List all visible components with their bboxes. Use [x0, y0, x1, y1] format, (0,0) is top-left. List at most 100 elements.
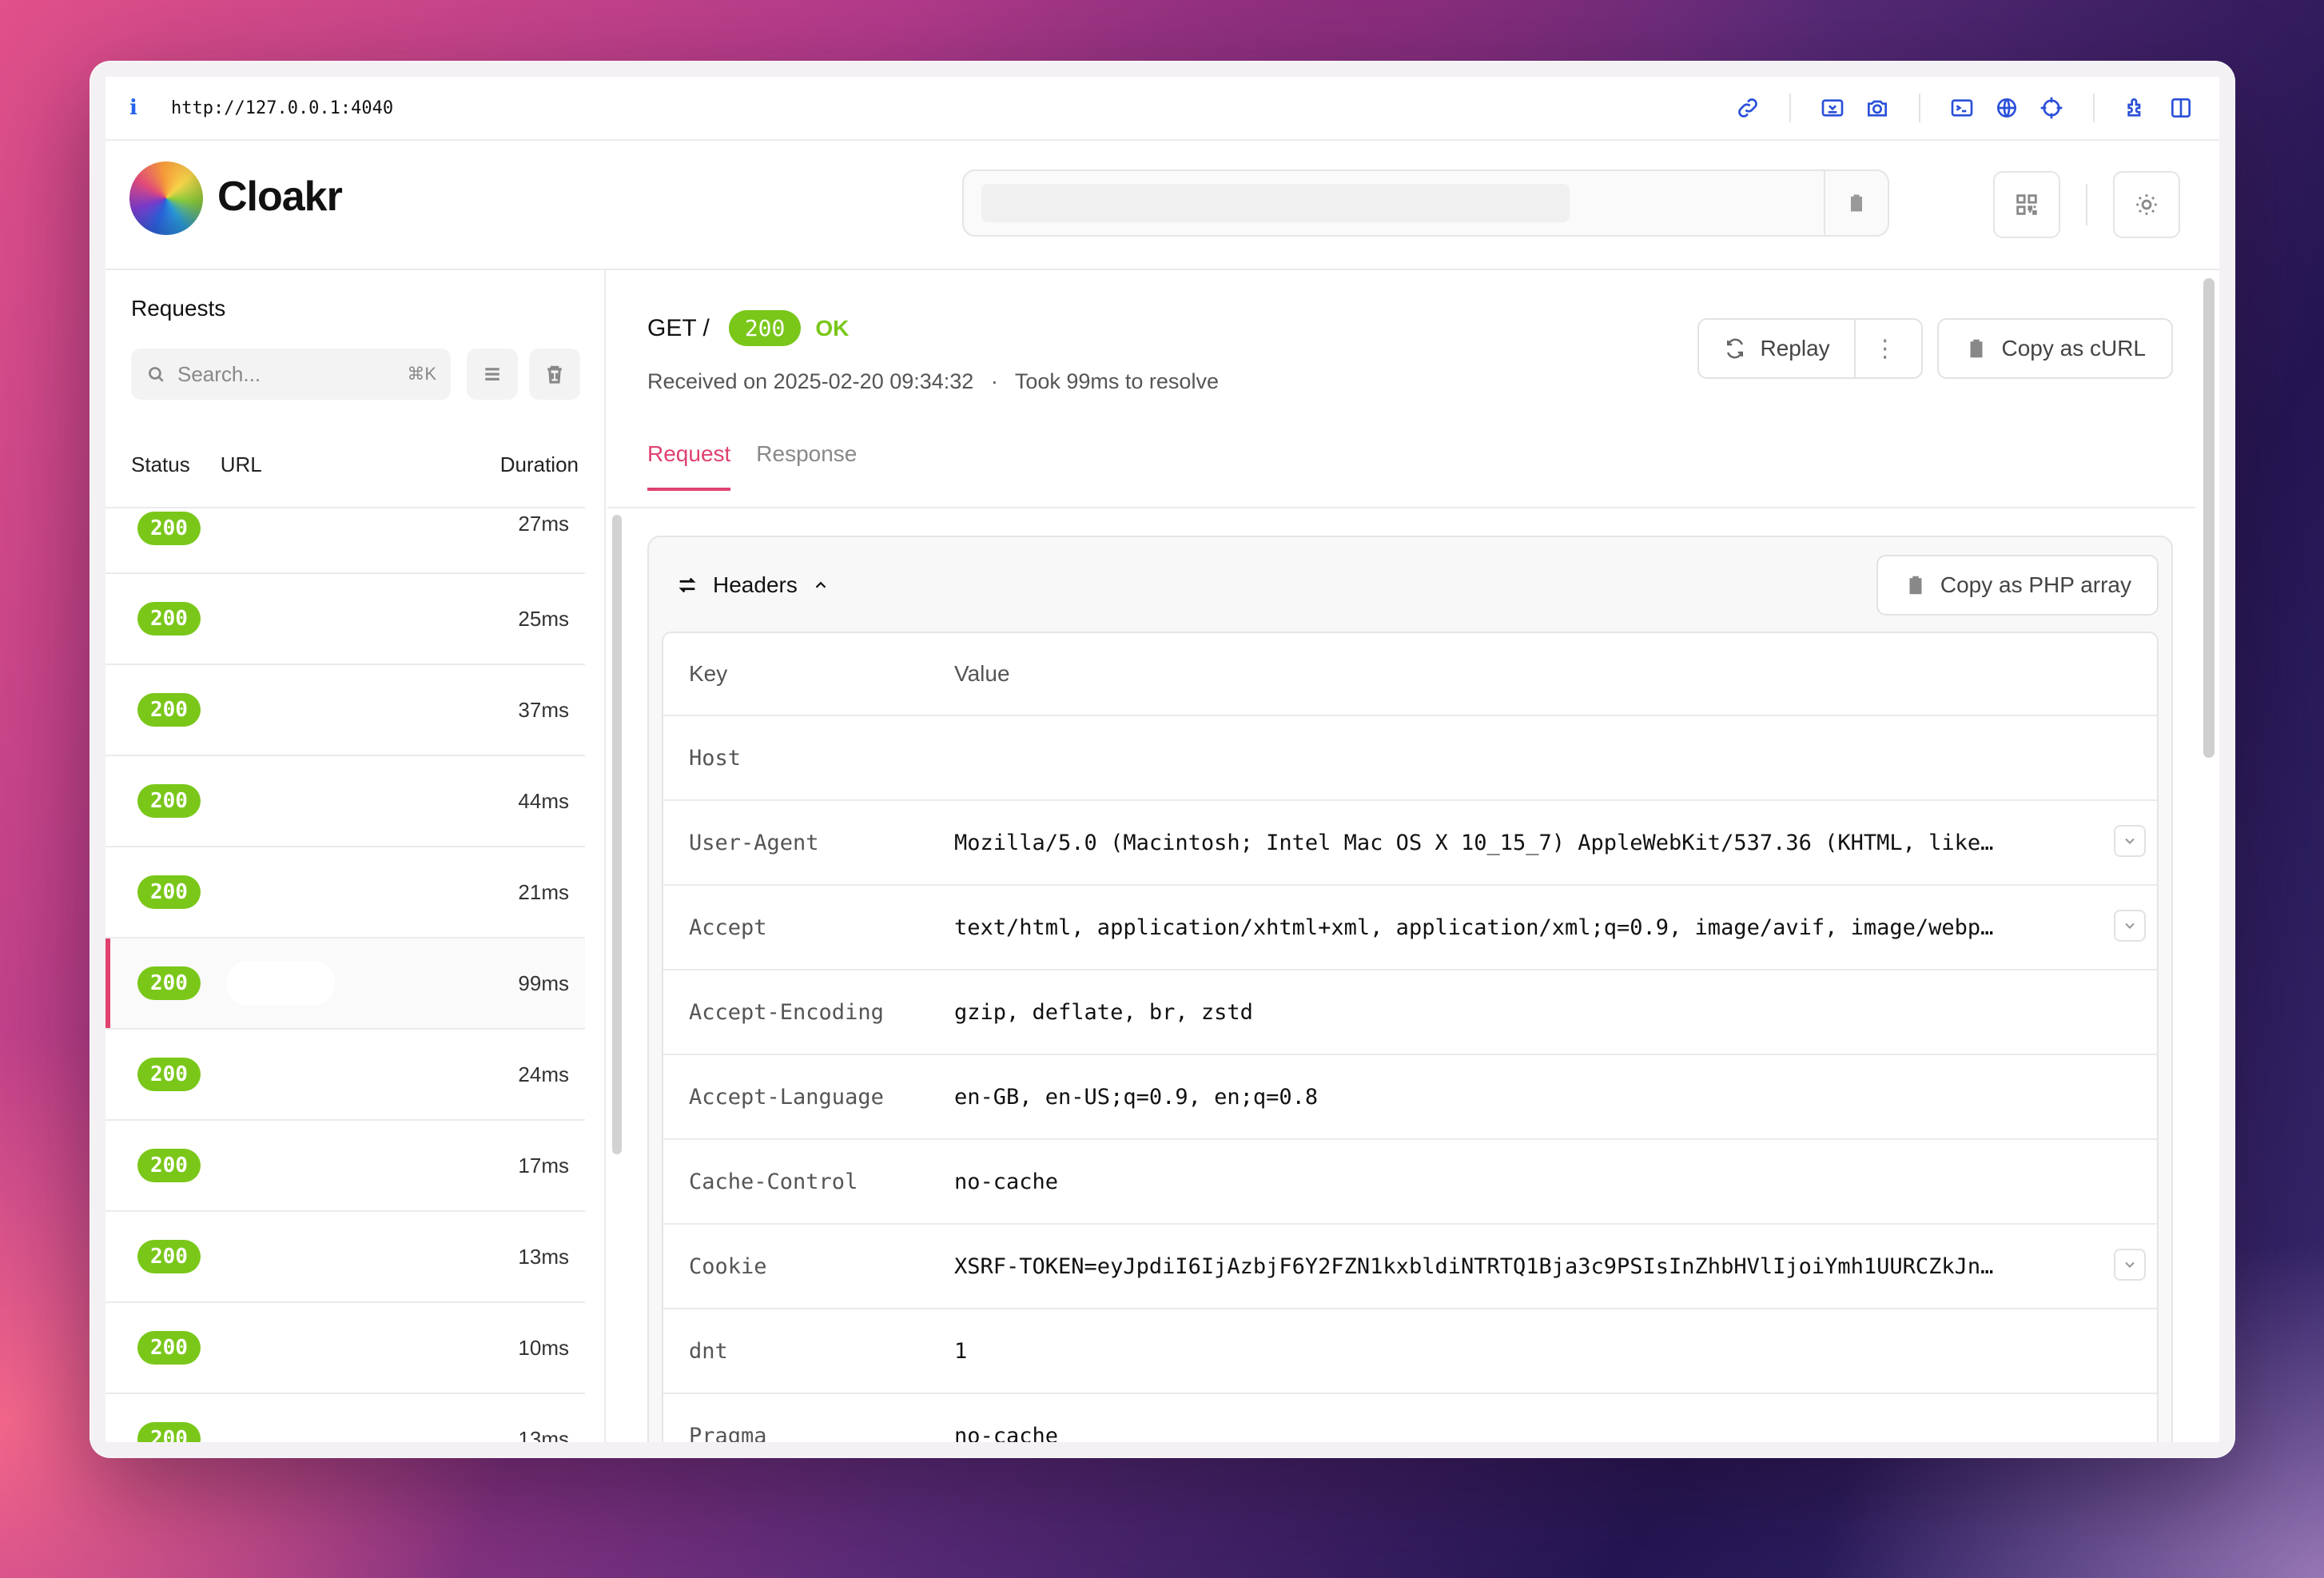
request-duration: 37ms [518, 697, 569, 722]
clipboard-icon [1851, 194, 1862, 212]
expand-value-button[interactable] [2114, 910, 2146, 942]
clear-requests-button[interactable] [529, 349, 580, 400]
headers-table: Key Value Host User-Agent Mozilla/5.0 (M… [662, 632, 2159, 1442]
request-row[interactable]: 200 24ms [105, 1030, 585, 1121]
clipboard-icon [1970, 339, 1983, 358]
request-search-input[interactable]: Search... ⌘K [131, 349, 451, 400]
headers-toggle[interactable]: Headers [676, 572, 830, 598]
swap-arrows-icon [678, 577, 696, 593]
header-key: Cache-Control [689, 1169, 858, 1194]
header-row: Host [663, 716, 2157, 801]
copy-php-label: Copy as PHP array [1940, 572, 2131, 597]
header-key: dnt [689, 1338, 728, 1364]
link-icon[interactable] [1733, 94, 1762, 122]
request-row[interactable]: 200 10ms [105, 1303, 585, 1394]
header-row: Cookie XSRF-TOKEN=eyJpdiI6IjAzbjF6Y2FZN1… [663, 1225, 2157, 1309]
request-duration: 21ms [518, 879, 569, 904]
chevron-up-icon [815, 581, 826, 588]
chevron-down-icon [2125, 1261, 2135, 1268]
screenshot-region-icon[interactable] [1818, 94, 1847, 122]
url-text[interactable]: http://127.0.0.1:4040 [171, 98, 393, 118]
header-row: Cache-Control no-cache [663, 1140, 2157, 1225]
header-value: 1 [954, 1338, 968, 1364]
share-url-value [981, 184, 1570, 222]
request-row[interactable]: 200 44ms [105, 756, 585, 847]
request-row[interactable]: 200 25ms [105, 574, 585, 665]
chevron-down-icon [2125, 838, 2135, 844]
status-badge: 200 [137, 966, 201, 1000]
share-url-field[interactable] [962, 169, 1889, 237]
request-duration: 99ms [518, 970, 569, 995]
header-value: gzip, deflate, br, zstd [954, 999, 1253, 1025]
status-badge: 200 [137, 1331, 201, 1365]
expand-value-button[interactable] [2114, 1249, 2146, 1281]
request-duration: 27ms [518, 512, 569, 536]
header-row: Accept-Encoding gzip, deflate, br, zstd [663, 970, 2157, 1055]
theme-toggle-button[interactable] [2113, 171, 2180, 238]
copy-php-array-button[interactable]: Copy as PHP array [1876, 555, 2159, 616]
request-summary: GET / 200 OK [647, 310, 849, 346]
headers-table-header: Key Value [663, 633, 2157, 716]
app-header: Cloakr [105, 141, 2219, 270]
copy-url-button[interactable] [1824, 171, 1888, 235]
status-badge: 200 [137, 602, 201, 636]
extension-icon[interactable] [2122, 94, 2151, 122]
col-status: Status [131, 452, 190, 476]
brand-name: Cloakr [217, 173, 343, 220]
replay-button[interactable]: Replay [1699, 320, 1856, 377]
header-key: Cookie [689, 1253, 767, 1279]
header-value: no-cache [954, 1169, 1059, 1194]
status-badge: 200 [137, 1058, 201, 1091]
copy-curl-button[interactable]: Copy as cURL [1937, 318, 2173, 379]
qr-code-button[interactable] [1993, 171, 2060, 238]
replay-more-button[interactable]: ⋮ [1856, 335, 1915, 363]
globe-icon[interactable] [1992, 94, 2021, 122]
header-value: Mozilla/5.0 (Macintosh; Intel Mac OS X 1… [954, 830, 1994, 855]
expand-value-button[interactable] [2114, 825, 2146, 857]
filter-button[interactable] [467, 349, 518, 400]
request-row[interactable]: 200 27ms [105, 508, 585, 574]
terminal-icon[interactable] [1948, 94, 1976, 122]
clipboard-icon [1909, 576, 1922, 595]
main-scrollbar[interactable] [2203, 278, 2215, 758]
header-row: Accept-Language en-GB, en-US;q=0.9, en;q… [663, 1055, 2157, 1140]
request-row[interactable]: 200 37ms [105, 665, 585, 756]
replay-label: Replay [1760, 336, 1830, 361]
col-duration: Duration [499, 452, 579, 476]
header-row: User-Agent Mozilla/5.0 (Macintosh; Intel… [663, 801, 2157, 886]
split-view-icon[interactable] [2167, 94, 2195, 122]
info-icon[interactable]: i [129, 96, 161, 120]
tab-request[interactable]: Request [647, 441, 731, 491]
request-duration: 13ms [518, 1426, 569, 1443]
header-value: text/html, application/xhtml+xml, applic… [954, 915, 1994, 940]
camera-icon[interactable] [1863, 94, 1892, 122]
headers-title: Headers [713, 572, 798, 597]
request-row[interactable]: 200 13ms [105, 1394, 585, 1442]
url-bar: i http://127.0.0.1:4040 [105, 77, 2219, 141]
app-window: i http://127.0.0.1:4040 Cloakr Requests … [90, 61, 2235, 1458]
request-meta: Received on 2025-02-20 09:34:32 · Took 9… [647, 369, 1219, 394]
status-badge: 200 [728, 310, 802, 346]
received-time: Received on 2025-02-20 09:34:32 [647, 369, 974, 393]
detail-tabs: Request Response [647, 441, 857, 491]
tab-response[interactable]: Response [756, 441, 857, 491]
status-badge: 200 [137, 784, 201, 818]
status-badge: 200 [137, 1149, 201, 1182]
header-key: Accept-Language [689, 1084, 884, 1110]
crosshair-icon[interactable] [2037, 94, 2066, 122]
status-badge: 200 [137, 1422, 201, 1442]
header-value: no-cache [954, 1423, 1059, 1443]
list-icon [485, 368, 499, 381]
request-row-selected[interactable]: 200 99ms [105, 938, 585, 1030]
meta-separator: · [990, 369, 998, 393]
request-duration: 17ms [518, 1153, 569, 1178]
status-badge: 200 [137, 693, 201, 727]
headers-panel: Headers Copy as PHP array Key Value Host [647, 536, 2173, 1442]
header-row: Pragma no-cache [663, 1394, 2157, 1443]
request-row[interactable]: 200 17ms [105, 1121, 585, 1212]
request-row[interactable]: 200 21ms [105, 847, 585, 938]
status-text: OK [815, 315, 850, 341]
request-row[interactable]: 200 13ms [105, 1212, 585, 1303]
status-badge: 200 [137, 512, 201, 545]
request-list-header: Status URL Duration [131, 452, 579, 477]
